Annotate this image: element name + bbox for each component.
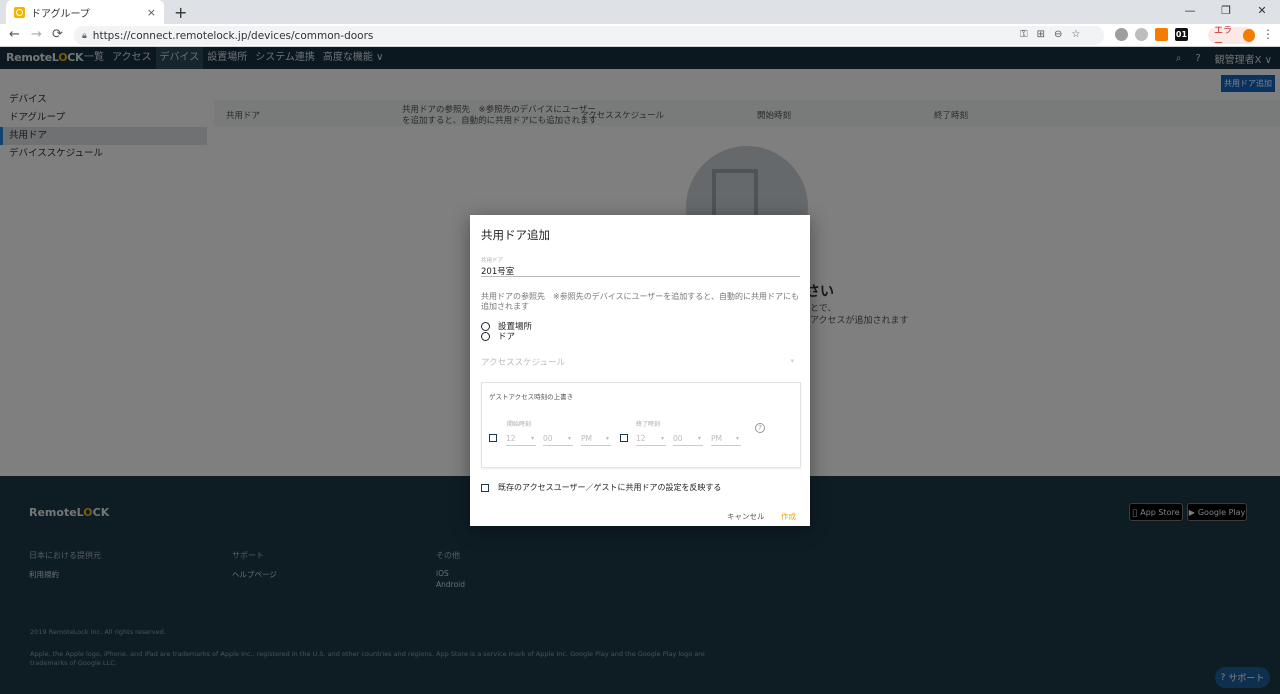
extensions-area: 01: [1115, 28, 1188, 41]
browser-menu-icon[interactable]: ⋮: [1262, 27, 1274, 41]
back-icon[interactable]: ←: [9, 27, 20, 42]
help-circle-icon[interactable]: ?: [755, 423, 765, 433]
tab-title: ドアグループ: [31, 8, 90, 20]
end-hour-select[interactable]: 12 ▾: [636, 434, 666, 446]
guest-time-override-title: ゲストアクセス時刻の上書き: [489, 393, 574, 401]
lock-icon: 🔒︎: [82, 30, 87, 41]
start-ampm-select[interactable]: PM ▾: [581, 434, 611, 446]
omnibox-actions: ⚿ ⊞ ⊖ ☆: [1020, 29, 1080, 40]
close-window-icon[interactable]: ✕: [1244, 0, 1280, 22]
door-name-label: 共用ドア: [481, 258, 504, 264]
end-minute-value: 00: [673, 434, 683, 443]
browser-tab[interactable]: ドアグループ ×: [6, 0, 164, 24]
browser-tab-strip: ドアグループ × + — ❐ ✕: [0, 0, 1280, 24]
radio-door-label: ドア: [498, 332, 516, 342]
url-text: https://connect.remotelock.jp/devices/co…: [92, 29, 374, 42]
reference-description: 共用ドアの参照先 ※参照先のデバイスにユーザーを追加すると、自動的に共用ドアにも…: [481, 292, 799, 311]
extension-4-icon[interactable]: 01: [1175, 28, 1188, 41]
start-ampm-value: PM: [581, 434, 592, 443]
access-schedule-placeholder: アクセススケジュール: [481, 358, 565, 368]
extension-3-icon[interactable]: [1155, 28, 1168, 41]
end-time-checkbox[interactable]: [620, 434, 628, 442]
chevron-down-icon: ▾: [567, 435, 571, 442]
end-ampm-select[interactable]: PM ▾: [711, 434, 741, 446]
chevron-down-icon: ▾: [790, 357, 794, 365]
star-icon[interactable]: ☆: [1071, 29, 1080, 40]
access-schedule-select[interactable]: アクセススケジュール ▾: [481, 356, 800, 370]
start-hour-select[interactable]: 12 ▾: [506, 434, 536, 446]
end-hour-value: 12: [636, 434, 646, 443]
add-common-door-dialog: 共用ドア追加 共用ドア 201号室 共用ドアの参照先 ※参照先のデバイスにユーザ…: [470, 215, 810, 526]
guest-time-override-panel: ゲストアクセス時刻の上書き 開始時刻 終了時刻 12 ▾ 00 ▾ PM ▾ 12 ▾ …: [481, 382, 801, 468]
end-minute-select[interactable]: 00 ▾: [673, 434, 703, 446]
chevron-down-icon: ▾: [735, 435, 739, 442]
profile-button[interactable]: エラー: [1208, 26, 1255, 49]
reload-icon[interactable]: ⟳: [52, 27, 63, 42]
door-name-input[interactable]: 201号室: [481, 265, 800, 277]
reflect-settings-label: 既存のアクセスユーザー／ゲストに共用ドアの設定を反映する: [498, 483, 722, 492]
zoom-icon[interactable]: ⊖: [1054, 29, 1062, 40]
end-time-label: 終了時刻: [636, 421, 661, 428]
restore-icon[interactable]: ❐: [1208, 0, 1244, 22]
chevron-down-icon: ▾: [697, 435, 701, 442]
extension-2-icon[interactable]: [1135, 28, 1148, 41]
start-hour-value: 12: [506, 434, 516, 443]
start-time-checkbox[interactable]: [489, 434, 497, 442]
reflect-settings-checkbox[interactable]: [481, 483, 489, 492]
end-ampm-value: PM: [711, 434, 722, 443]
avatar: [1242, 29, 1255, 42]
forward-icon[interactable]: →: [31, 27, 42, 42]
chevron-down-icon: ▾: [605, 435, 609, 442]
new-tab-button[interactable]: +: [174, 3, 187, 22]
create-button[interactable]: 作成: [781, 511, 796, 522]
key-icon[interactable]: ⚿: [1020, 29, 1028, 40]
window-controls: — ❐ ✕: [1172, 0, 1280, 22]
address-bar[interactable]: 🔒︎ https://connect.remotelock.jp/devices…: [74, 26, 1104, 45]
radio-circle-icon[interactable]: [481, 331, 490, 341]
translate-icon[interactable]: ⊞: [1037, 29, 1045, 40]
remotelock-favicon-icon: [14, 6, 25, 18]
reflect-settings-option[interactable]: 既存のアクセスユーザー／ゲストに共用ドアの設定を反映する: [481, 482, 721, 493]
browser-toolbar: ← → ⟳ 🔒︎ https://connect.remotelock.jp/d…: [0, 24, 1280, 49]
extension-1-icon[interactable]: [1115, 28, 1128, 41]
profile-error-label: エラー: [1214, 25, 1233, 49]
radio-door[interactable]: ドア: [481, 330, 601, 342]
start-minute-value: 00: [543, 434, 553, 443]
minimize-icon[interactable]: —: [1172, 0, 1208, 22]
dialog-title: 共用ドア追加: [481, 228, 550, 242]
close-tab-icon[interactable]: ×: [147, 6, 156, 19]
chevron-down-icon: ▾: [530, 435, 534, 442]
start-minute-select[interactable]: 00 ▾: [543, 434, 573, 446]
cancel-button[interactable]: キャンセル: [727, 511, 765, 522]
chevron-down-icon: ▾: [660, 435, 664, 442]
start-time-label: 開始時刻: [507, 421, 532, 428]
